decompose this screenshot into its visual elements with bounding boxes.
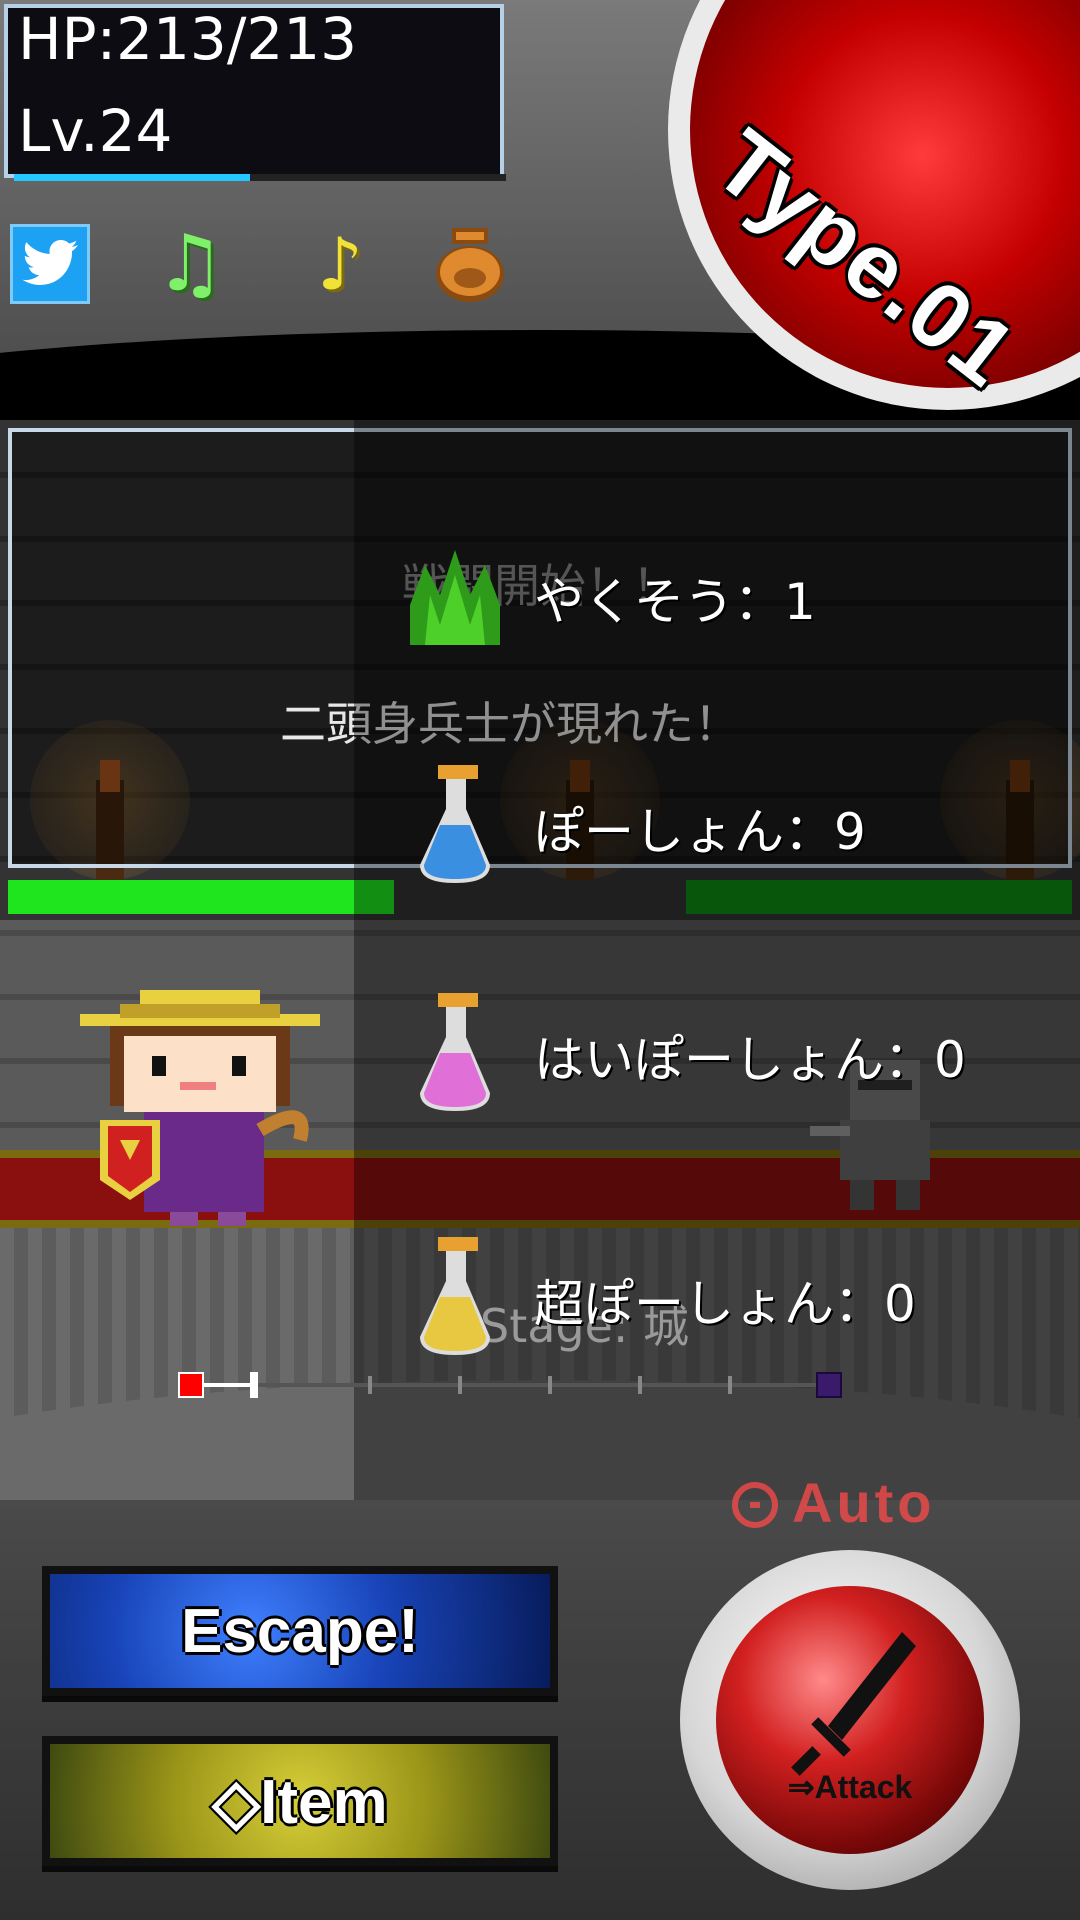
item-button-label: ◇Item <box>212 1767 388 1837</box>
music-icon[interactable]: ♫ <box>150 219 230 309</box>
item-label: やくそう：1 <box>534 573 816 631</box>
item-super-potion[interactable]: 超ぽーしょん：0 <box>400 1232 1060 1362</box>
auto-label: Auto <box>792 1471 936 1534</box>
bag-shape-icon <box>436 228 504 302</box>
stage-progress <box>178 1370 842 1400</box>
stage-progress-tick <box>638 1376 642 1394</box>
attack-button[interactable]: ⇒Attack <box>680 1550 1020 1890</box>
item-label: はいぽーしょん：0 <box>534 1031 966 1089</box>
blue-potion-icon <box>400 760 510 890</box>
stage-progress-tick <box>458 1376 462 1394</box>
player-status-panel: HP:213/213 Lv.24 <box>4 4 506 181</box>
player-hp-bar <box>8 880 394 914</box>
hero-sprite <box>80 990 320 1226</box>
stage-progress-tick <box>728 1376 732 1394</box>
item-hi-potion[interactable]: はいぽーしょん：0 <box>400 988 1060 1118</box>
stage-progress-tick <box>548 1376 552 1394</box>
twitter-icon[interactable] <box>10 224 90 304</box>
stage-progress-track <box>190 1383 830 1387</box>
item-herb[interactable]: やくそう：1 <box>400 530 1060 660</box>
item-label: 超ぽーしょん：0 <box>534 1275 916 1333</box>
twitter-bird-icon <box>22 240 78 285</box>
sword-icon <box>791 1632 916 1776</box>
xp-bar-fill <box>14 174 251 181</box>
level-text: Lv.24 <box>18 97 173 165</box>
yellow-potion-icon <box>400 1232 510 1362</box>
pink-potion-icon <box>400 988 510 1118</box>
bag-icon[interactable] <box>430 224 510 304</box>
escape-button-label: Escape! <box>181 1596 419 1666</box>
attack-button-label: ⇒Attack <box>787 1769 913 1805</box>
auto-toggle[interactable]: Auto <box>732 1470 936 1535</box>
item-potion[interactable]: ぽーしょん：9 <box>400 760 1060 890</box>
stage-position-marker <box>250 1372 258 1398</box>
game-screen: HP:213/213 Lv.24 ♫ ♪ Type.01 戦闘開始！！ 二頭身兵… <box>0 0 1080 1920</box>
sound-icon[interactable]: ♪ <box>300 222 380 306</box>
potion-bottle-icon <box>420 1237 490 1355</box>
xp-bar <box>14 174 506 181</box>
item-button[interactable]: ◇Item <box>42 1736 558 1866</box>
hp-text: HP:213/213 <box>18 5 358 73</box>
potion-bottle-icon <box>420 993 490 1111</box>
item-label: ぽーしょん：9 <box>534 803 866 861</box>
escape-button[interactable]: Escape! <box>42 1566 558 1696</box>
stage-boss-marker <box>816 1372 842 1398</box>
player-hp-fill <box>8 880 394 914</box>
attack-button-face: ⇒Attack <box>716 1586 984 1854</box>
auto-toggle-icon <box>732 1482 778 1528</box>
herb-shape-icon <box>410 550 500 645</box>
stage-progress-tick <box>368 1376 372 1394</box>
herb-icon <box>400 530 510 660</box>
battle-field: 戦闘開始！！ 二頭身兵士が現れた！ Stage: 城 やくそう：1 ぽーしょん：… <box>0 420 1080 1500</box>
potion-bottle-icon <box>420 765 490 883</box>
stage-start-marker <box>178 1372 204 1398</box>
